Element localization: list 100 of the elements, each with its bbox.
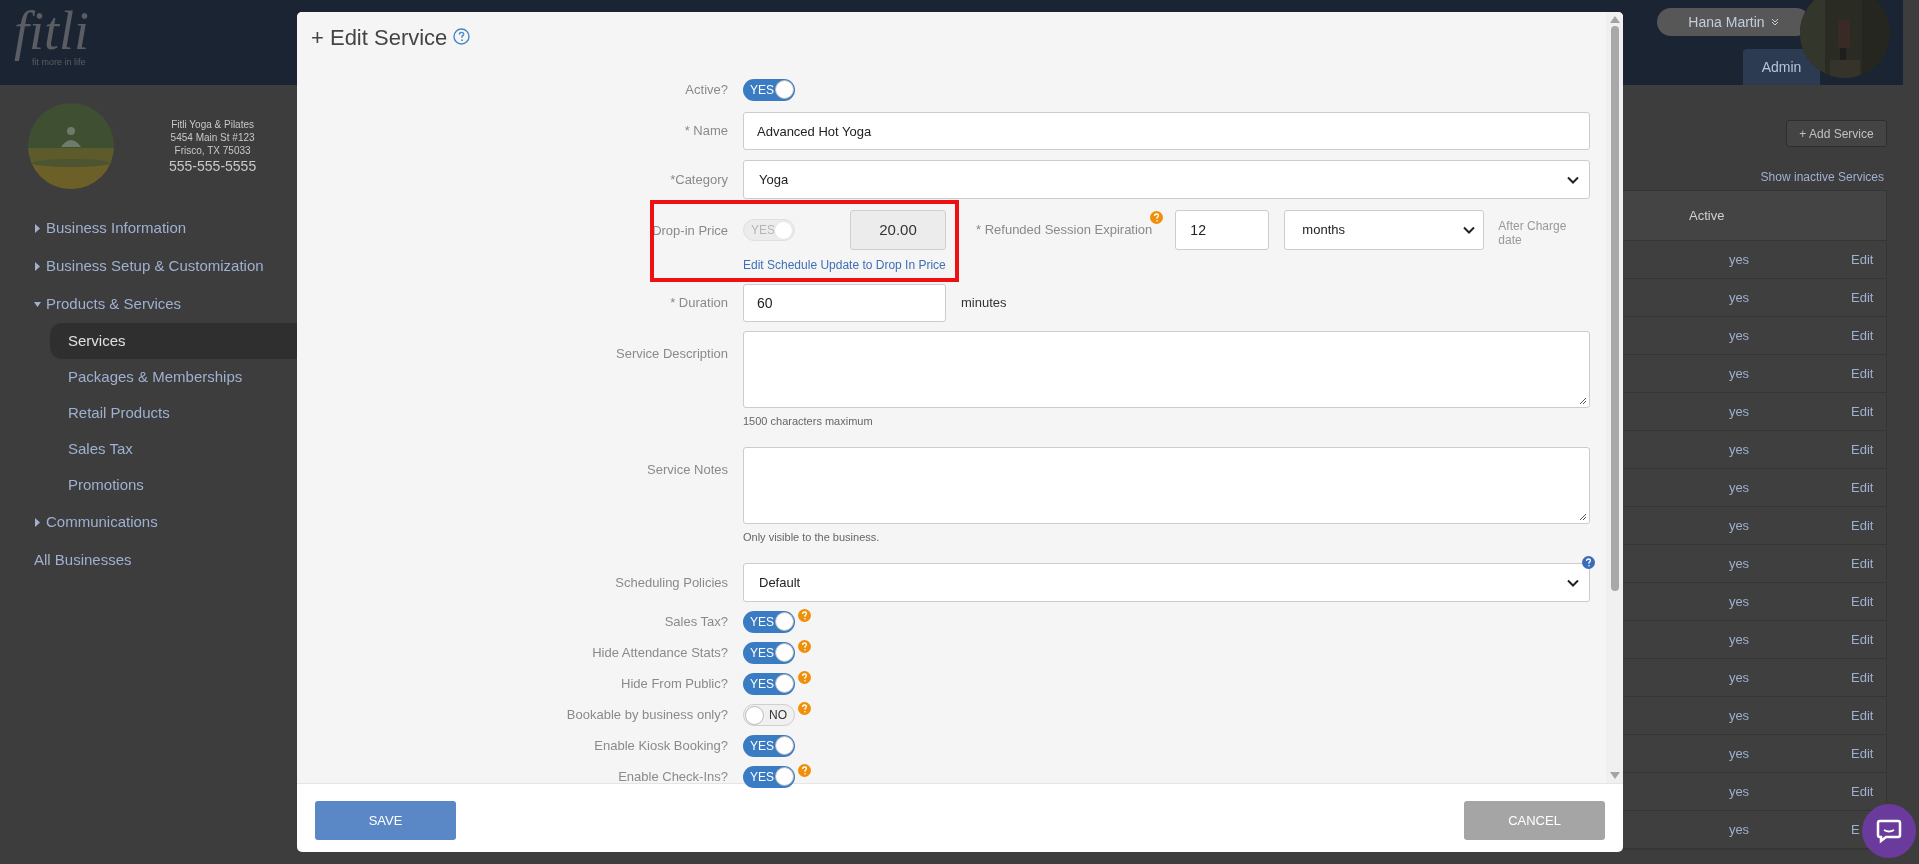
sidebar-item[interactable]: Products & Services	[0, 285, 300, 323]
column-header: Active	[1689, 206, 1726, 225]
edit-link[interactable]: Edit	[1851, 249, 1874, 270]
help-icon[interactable]	[1150, 211, 1164, 224]
table-cell-text: yes	[1728, 440, 1750, 459]
table-cell-text: yes	[1728, 364, 1750, 383]
field-note: After Charge date	[1498, 218, 1568, 247]
add-service-button[interactable]: + Add Service	[1786, 120, 1887, 147]
field-label: * Name	[684, 122, 728, 141]
nav-tab[interactable]: Admin	[1743, 49, 1820, 85]
scroll-down-icon[interactable]	[1609, 772, 1620, 779]
schedule-link[interactable]: Edit Schedule Update to Drop In Price	[743, 258, 946, 272]
chevron-icon	[1770, 18, 1779, 26]
edit-link[interactable]: Edit	[1851, 439, 1874, 460]
field-hint: 1500 characters maximum	[743, 414, 874, 429]
field-label: * Duration	[670, 294, 728, 313]
business-city: Frisco, TX 75033	[174, 143, 251, 157]
chevron-down-icon	[1567, 175, 1579, 184]
toggle-switch[interactable]: YES	[743, 673, 795, 695]
cancel-button[interactable]: CANCEL	[1464, 801, 1605, 840]
table-cell-text: yes	[1728, 402, 1750, 421]
sidebar-item[interactable]: Business Setup & Customization	[0, 247, 300, 285]
resize-handle-icon[interactable]	[1579, 512, 1587, 521]
table-cell-text: yes	[1728, 326, 1750, 345]
number-field[interactable]: 60	[743, 284, 946, 322]
edit-link[interactable]: Edit	[1851, 591, 1874, 612]
help-icon[interactable]	[798, 608, 811, 622]
edit-link[interactable]: Edit	[1851, 667, 1874, 688]
field-label: Service Notes	[647, 460, 728, 479]
table-cell-text: yes	[1728, 706, 1750, 725]
save-button[interactable]: SAVE	[315, 801, 456, 840]
table-cell-text: yes	[1728, 668, 1750, 687]
help-icon[interactable]	[798, 763, 811, 777]
edit-link[interactable]: Edit	[1851, 363, 1874, 384]
dialog-title: + Edit Service	[311, 24, 448, 52]
table-cell-text: yes	[1728, 516, 1750, 535]
field-label: Sales Tax?	[664, 613, 728, 632]
edit-link[interactable]: Edit	[1851, 553, 1874, 574]
table-cell-text: yes	[1728, 250, 1750, 269]
table-cell-text: yes	[1728, 554, 1750, 573]
field-label: Service Description	[616, 345, 728, 363]
unit-label: minutes	[961, 294, 1007, 313]
toggle-switch[interactable]: YES	[743, 79, 795, 101]
field-label: Active?	[685, 81, 728, 100]
field-label: Hide From Public?	[621, 675, 728, 694]
field-label: Bookable by business only?	[566, 706, 728, 725]
sidebar-subitem[interactable]: Retail Products	[50, 395, 300, 431]
toggle-switch[interactable]: YES	[743, 611, 795, 633]
sidebar-subitem[interactable]: Sales Tax	[50, 431, 300, 467]
field-label: Enable Kiosk Booking?	[594, 737, 728, 756]
chevron-down-icon	[1567, 578, 1579, 587]
edit-link[interactable]: Edit	[1851, 781, 1874, 802]
select-field[interactable]: Yoga	[743, 160, 1590, 199]
help-icon[interactable]	[798, 701, 811, 715]
help-icon[interactable]	[453, 28, 471, 45]
field-hint: Only visible to the business.	[743, 529, 881, 545]
edit-link[interactable]: Edit	[1851, 515, 1874, 536]
table-cell-text: yes	[1728, 592, 1750, 611]
edit-link[interactable]: Edit	[1851, 629, 1874, 650]
price-field: 20.00	[850, 210, 946, 250]
table-cell-text: yes	[1728, 288, 1750, 307]
sidebar-subitem[interactable]: Packages & Memberships	[50, 359, 300, 395]
toggle-switch[interactable]: NO	[743, 704, 795, 726]
field-label: Hide Attendance Stats?	[592, 644, 728, 663]
table-cell-text: yes	[1728, 820, 1750, 839]
edit-link[interactable]: Edit	[1851, 743, 1874, 764]
field-label: *Category	[670, 170, 728, 189]
select-field[interactable]: months	[1284, 210, 1485, 250]
toggle-switch[interactable]: YES	[743, 642, 795, 664]
help-icon[interactable]	[798, 639, 811, 653]
chat-button[interactable]	[1862, 804, 1916, 858]
chevron-down-icon	[1463, 226, 1476, 234]
table-cell-text: yes	[1728, 478, 1750, 497]
edit-link[interactable]: Edit	[1851, 401, 1874, 422]
scroll-up-icon[interactable]	[1609, 16, 1620, 23]
sidebar-subitem[interactable]: Promotions	[50, 467, 300, 503]
toggle-switch[interactable]: YES	[743, 735, 795, 757]
business-name: Fitli Yoga & Pilates	[171, 117, 254, 131]
sidebar-item[interactable]: Communications	[0, 503, 300, 541]
select-field[interactable]: Default	[743, 563, 1590, 602]
scrollbar[interactable]	[1606, 12, 1623, 783]
edit-link[interactable]: E	[1851, 819, 1860, 840]
field-label: Enable Check-Ins?	[618, 768, 728, 787]
field-label: * Refunded Session Expiration	[976, 221, 1153, 239]
number-field[interactable]: 12	[1175, 210, 1270, 250]
sidebar-link[interactable]: All Businesses	[0, 541, 300, 579]
edit-link[interactable]: Edit	[1851, 477, 1874, 498]
edit-link[interactable]: Edit	[1851, 325, 1874, 346]
text-field[interactable]: Advanced Hot Yoga	[743, 112, 1590, 150]
help-icon[interactable]	[798, 670, 811, 684]
toggle-switch[interactable]: YES	[743, 766, 795, 788]
table-cell-text: yes	[1728, 782, 1750, 801]
help-icon[interactable]	[1582, 556, 1595, 569]
sidebar-item[interactable]: Business Information	[0, 209, 300, 247]
chat-icon	[1876, 818, 1902, 844]
field-label: Scheduling Policies	[615, 573, 728, 592]
edit-link[interactable]: Edit	[1851, 705, 1874, 726]
resize-handle-icon[interactable]	[1579, 397, 1587, 405]
sidebar-subitem[interactable]: Services	[50, 323, 300, 359]
edit-link[interactable]: Edit	[1851, 287, 1874, 308]
